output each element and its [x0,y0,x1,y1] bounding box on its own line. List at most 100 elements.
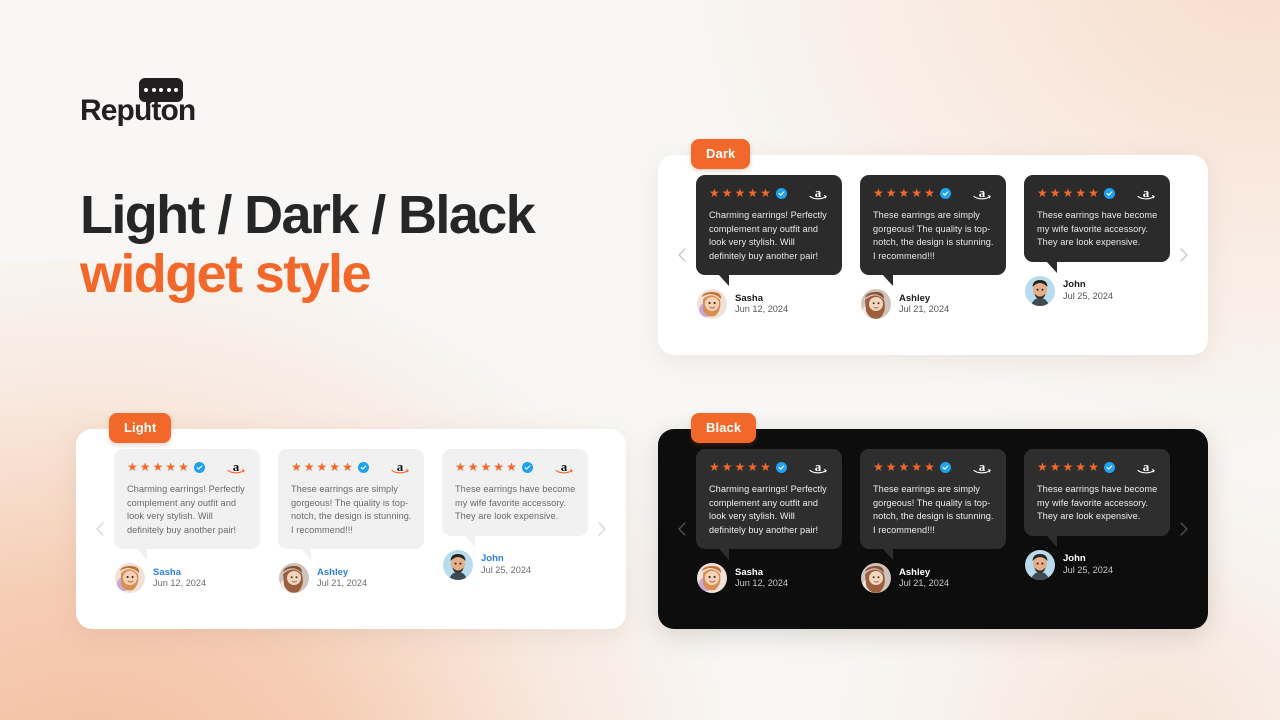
review-card[interactable]: ★ ★ ★ ★ ★ a Charming earrings! Perfectly com… [114,449,260,613]
widget-badge-dark: Dark [691,139,751,169]
review-date: Jul 25, 2024 [481,564,532,575]
verified-badge-icon [939,461,951,473]
star-icon: ★ [152,460,164,474]
star-icon: ★ [506,460,517,474]
carousel-next-light[interactable] [593,520,611,538]
avatar [861,289,891,320]
rating-stars: ★ ★ ★ ★ ★ [709,187,787,199]
review-date: Jun 12, 2024 [153,578,207,589]
rating-stars: ★ ★ ★ ★ ★ [455,461,533,473]
author-info: Sasha Jun 12, 2024 [735,567,788,591]
amazon-logo-icon: a [972,186,992,200]
review-text: These earrings have become my wife favor… [1037,484,1158,522]
star-icon: ★ [467,460,479,474]
star-icon: ★ [747,460,759,474]
star-icon: ★ [329,460,341,474]
review-bubble: ★ ★ ★ ★ ★ a Charming earrings! Perfectly com… [114,449,260,561]
star-icon: ★ [885,186,897,200]
carousel-prev-black[interactable] [673,520,691,538]
bubble-dot [174,88,178,92]
rating-stars: ★ ★ ★ ★ ★ [709,461,787,473]
review-text: These earrings are simply gorgeous! The … [873,484,994,535]
carousel-next-dark[interactable] [1175,246,1193,264]
star-icon: ★ [885,460,897,474]
star-icon: ★ [721,186,733,200]
rating-stars: ★ ★ ★ ★ ★ [291,461,369,473]
review-card[interactable]: ★ ★ ★ ★ ★ a These earrings have become my wi… [1024,175,1170,339]
widget-badge-light: Light [109,413,172,443]
review-author: John Jul 25, 2024 [442,549,588,580]
star-icon: ★ [1075,186,1087,200]
review-author: Ashley Jul 21, 2024 [278,563,424,594]
headline-line-2: widget style [80,244,371,305]
carousel-prev-dark[interactable] [673,246,691,264]
review-meta: ★ ★ ★ ★ ★ a [873,186,994,200]
star-icon: ★ [291,460,302,474]
bubble-dot [159,88,163,92]
review-card[interactable]: ★ ★ ★ ★ ★ a These earrings are simply gorgeo… [278,449,424,613]
star-icon: ★ [480,460,492,474]
avatar [1025,549,1055,580]
review-meta: ★ ★ ★ ★ ★ a [709,460,830,474]
star-icon: ★ [139,460,151,474]
verified-badge-icon [521,461,533,473]
star-icon: ★ [734,186,746,200]
review-author: Ashley Jul 21, 2024 [860,289,1006,320]
review-card[interactable]: ★ ★ ★ ★ ★ a These earrings have become my wi… [442,449,588,613]
review-card[interactable]: ★ ★ ★ ★ ★ a These earrings are simply gorgeo… [860,175,1006,339]
star-icon: ★ [721,460,733,474]
chevron-left-icon [96,522,104,536]
star-icon: ★ [165,460,177,474]
star-icon: ★ [747,186,759,200]
author-info: Sasha Jun 12, 2024 [153,567,206,591]
author-name[interactable]: Ashley [317,567,367,579]
rating-stars: ★ ★ ★ ★ ★ [1037,461,1115,473]
rating-stars: ★ ★ ★ ★ ★ [127,461,205,473]
review-card[interactable]: ★ ★ ★ ★ ★ a Charming earrings! Perfectly com… [696,449,842,613]
verified-badge-icon [357,461,369,473]
star-icon: ★ [1088,186,1099,200]
author-name: Ashley [899,292,931,304]
author-info: Ashley Jul 21, 2024 [899,567,949,591]
author-info: Ashley Jul 21, 2024 [899,293,949,317]
verified-badge-icon [1103,187,1115,199]
rating-stars: ★ ★ ★ ★ ★ [1037,187,1115,199]
review-bubble: ★ ★ ★ ★ ★ a These earrings have become my wi… [1024,175,1170,273]
widget-black: Black ★ ★ ★ ★ ★ a Charming earrings! Perfect [658,413,1208,629]
verified-badge-icon [193,461,205,473]
headline-line-1: Light / Dark / Black [80,185,536,245]
widget-dark: Dark ★ ★ ★ ★ ★ a Charming earrings! Perfectl [658,139,1208,355]
star-icon: ★ [709,460,720,474]
author-name: Sasha [735,292,763,304]
review-date: Jun 12, 2024 [735,578,789,589]
star-icon: ★ [911,186,923,200]
author-name[interactable]: John [481,553,531,565]
bubble-dot [151,88,156,92]
star-icon: ★ [760,460,771,474]
star-icon: ★ [924,460,935,474]
review-author: Sasha Jun 12, 2024 [696,563,842,594]
star-icon: ★ [873,460,884,474]
review-card[interactable]: ★ ★ ★ ★ ★ a These earrings have become my wi… [1024,449,1170,613]
review-meta: ★ ★ ★ ★ ★ a [291,460,412,474]
author-name[interactable]: Sasha [153,567,206,579]
review-card[interactable]: ★ ★ ★ ★ ★ a Charming earrings! Perfectly com… [696,175,842,339]
review-text: These earrings have become my wife favor… [1037,210,1158,248]
carousel-next-black[interactable] [1175,520,1193,538]
widget-light: Light ★ ★ ★ ★ ★ a Charming earrings! Perfect [76,413,626,629]
bubble-dot [166,88,171,92]
amazon-logo-icon: a [1136,186,1156,200]
avatar [115,563,145,594]
carousel-prev-light[interactable] [91,520,109,538]
star-icon: ★ [1088,460,1099,474]
widget-badge-black: Black [691,413,757,443]
amazon-logo-icon: a [554,460,574,474]
amazon-logo-icon: a [1136,460,1156,474]
star-icon: ★ [760,186,771,200]
avatar [1025,275,1055,306]
review-card[interactable]: ★ ★ ★ ★ ★ a These earrings are simply gorgeo… [860,449,1006,613]
chevron-left-icon [678,248,686,262]
review-text: Charming earrings! Perfectly complement … [709,484,827,535]
star-icon: ★ [342,460,353,474]
star-icon: ★ [873,186,884,200]
